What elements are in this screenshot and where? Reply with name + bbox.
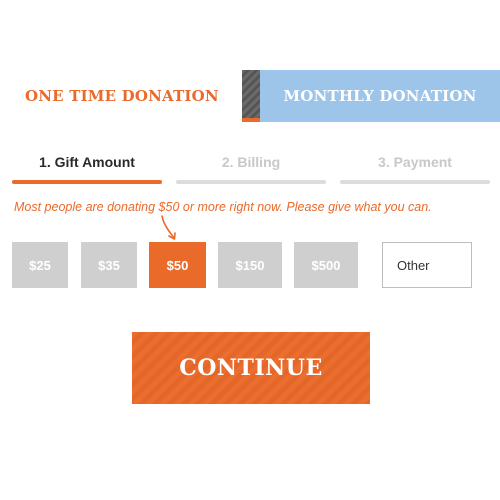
step-gift-amount[interactable]: 1. Gift Amount	[12, 152, 162, 184]
tab-one-time-label: ONE TIME DONATION	[25, 87, 219, 105]
amount-button-150[interactable]: $150	[218, 242, 282, 288]
tab-monthly-label: MONTHLY DONATION	[283, 87, 477, 105]
amount-button-25[interactable]: $25	[12, 242, 68, 288]
amount-label: $500	[311, 257, 341, 273]
amount-label: $25	[29, 257, 51, 273]
step-progress-bar	[12, 180, 162, 184]
amount-label: $150	[235, 257, 265, 273]
other-amount-input[interactable]: Other	[382, 242, 472, 288]
other-amount-placeholder: Other	[397, 257, 430, 273]
tab-accent-decoration	[242, 118, 260, 122]
step-billing[interactable]: 2. Billing	[176, 152, 326, 184]
amount-label: $35	[98, 257, 120, 273]
continue-label: CONTINUE	[179, 355, 323, 381]
step-progress-bar	[340, 180, 490, 184]
tab-stripe-decoration	[242, 70, 260, 122]
amount-button-500[interactable]: $500	[294, 242, 358, 288]
step-label: 1. Gift Amount	[39, 154, 135, 170]
amount-label: $50	[166, 257, 189, 273]
step-label: 2. Billing	[221, 154, 281, 170]
tab-monthly-donation[interactable]: MONTHLY DONATION	[242, 70, 500, 122]
helper-text: Most people are donating $50 or more rig…	[14, 200, 432, 214]
continue-button[interactable]: CONTINUE	[132, 332, 370, 404]
amount-button-35[interactable]: $35	[81, 242, 137, 288]
tab-one-time-donation[interactable]: ONE TIME DONATION	[0, 70, 242, 122]
amount-button-50[interactable]: $50	[149, 242, 206, 288]
step-payment[interactable]: 3. Payment	[340, 152, 490, 184]
step-label: 3. Payment	[378, 154, 452, 170]
curved-arrow-down-icon	[161, 215, 176, 240]
step-progress-bar	[176, 180, 326, 184]
